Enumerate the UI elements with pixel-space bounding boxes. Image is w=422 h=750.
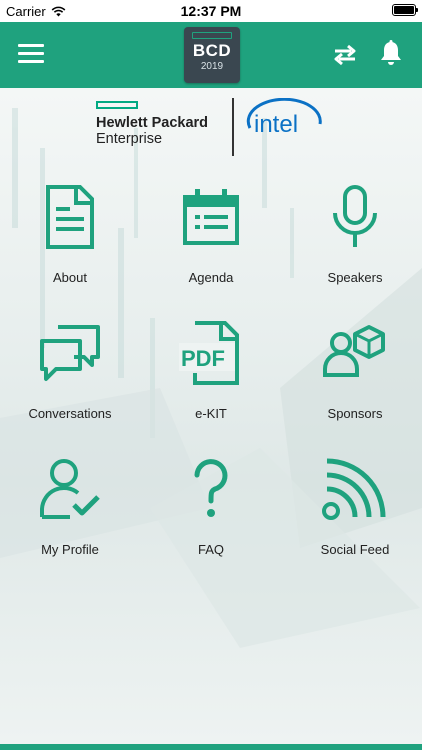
switch-event-button[interactable] bbox=[332, 42, 358, 68]
logo-bar-icon bbox=[192, 32, 232, 39]
main-content: Hewlett Packard Enterprise intel About A… bbox=[0, 88, 422, 744]
pdf-icon: PDF bbox=[179, 321, 239, 385]
calendar-icon bbox=[183, 189, 239, 245]
tile-ekit[interactable]: PDF e-KIT bbox=[141, 319, 281, 439]
tile-label: Sponsors bbox=[327, 406, 383, 421]
notifications-button[interactable] bbox=[378, 40, 404, 68]
tile-label: Social Feed bbox=[320, 542, 390, 557]
tile-label: Speakers bbox=[327, 270, 383, 285]
tile-label: About bbox=[53, 270, 87, 285]
status-bar: Carrier 12:37 PM bbox=[0, 0, 422, 22]
intel-text: intel bbox=[254, 111, 298, 138]
bell-icon bbox=[381, 40, 401, 65]
tile-my-profile[interactable]: My Profile bbox=[0, 455, 140, 575]
tile-label: e-KIT bbox=[195, 406, 227, 421]
hpe-name-line2: Enterprise bbox=[96, 131, 163, 147]
intel-logo: intel bbox=[246, 98, 322, 138]
tile-about[interactable]: About bbox=[0, 183, 140, 303]
status-right bbox=[392, 4, 418, 16]
app-logo: BCD 2019 bbox=[184, 27, 240, 83]
tile-sponsors[interactable]: Sponsors bbox=[285, 319, 422, 439]
tile-conversations[interactable]: Conversations bbox=[0, 319, 140, 439]
battery-icon bbox=[392, 4, 418, 16]
hamburger-icon bbox=[18, 44, 44, 47]
microphone-icon bbox=[333, 185, 377, 247]
tile-label: Conversations bbox=[28, 406, 112, 421]
tile-agenda[interactable]: Agenda bbox=[141, 183, 281, 303]
logo-abbr: BCD bbox=[192, 41, 232, 60]
logo-year: 2019 bbox=[200, 61, 224, 72]
svg-text:PDF: PDF bbox=[181, 346, 225, 371]
hpe-logo: Hewlett Packard Enterprise bbox=[96, 101, 226, 147]
hpe-name-line1: Hewlett Packard bbox=[96, 115, 209, 131]
tile-label: Agenda bbox=[188, 270, 234, 285]
tile-label: FAQ bbox=[197, 542, 224, 557]
chat-bubbles-icon bbox=[40, 325, 100, 381]
user-check-icon bbox=[40, 459, 100, 519]
question-icon bbox=[194, 459, 228, 517]
rss-icon bbox=[322, 458, 386, 520]
user-cube-icon bbox=[323, 325, 385, 377]
document-icon bbox=[46, 185, 94, 249]
tile-faq[interactable]: FAQ bbox=[141, 455, 281, 575]
menu-button[interactable] bbox=[18, 44, 44, 66]
status-time: 12:37 PM bbox=[180, 3, 242, 19]
partner-logos: Hewlett Packard Enterprise intel bbox=[0, 88, 422, 178]
tile-label: My Profile bbox=[41, 542, 99, 557]
bottom-bar bbox=[0, 744, 422, 750]
swap-arrows-icon bbox=[334, 44, 356, 66]
nav-bar: BCD 2019 bbox=[0, 22, 422, 88]
tile-social-feed[interactable]: Social Feed bbox=[285, 455, 422, 575]
partner-divider bbox=[232, 98, 234, 156]
hpe-element-icon bbox=[96, 101, 138, 109]
tile-speakers[interactable]: Speakers bbox=[285, 183, 422, 303]
